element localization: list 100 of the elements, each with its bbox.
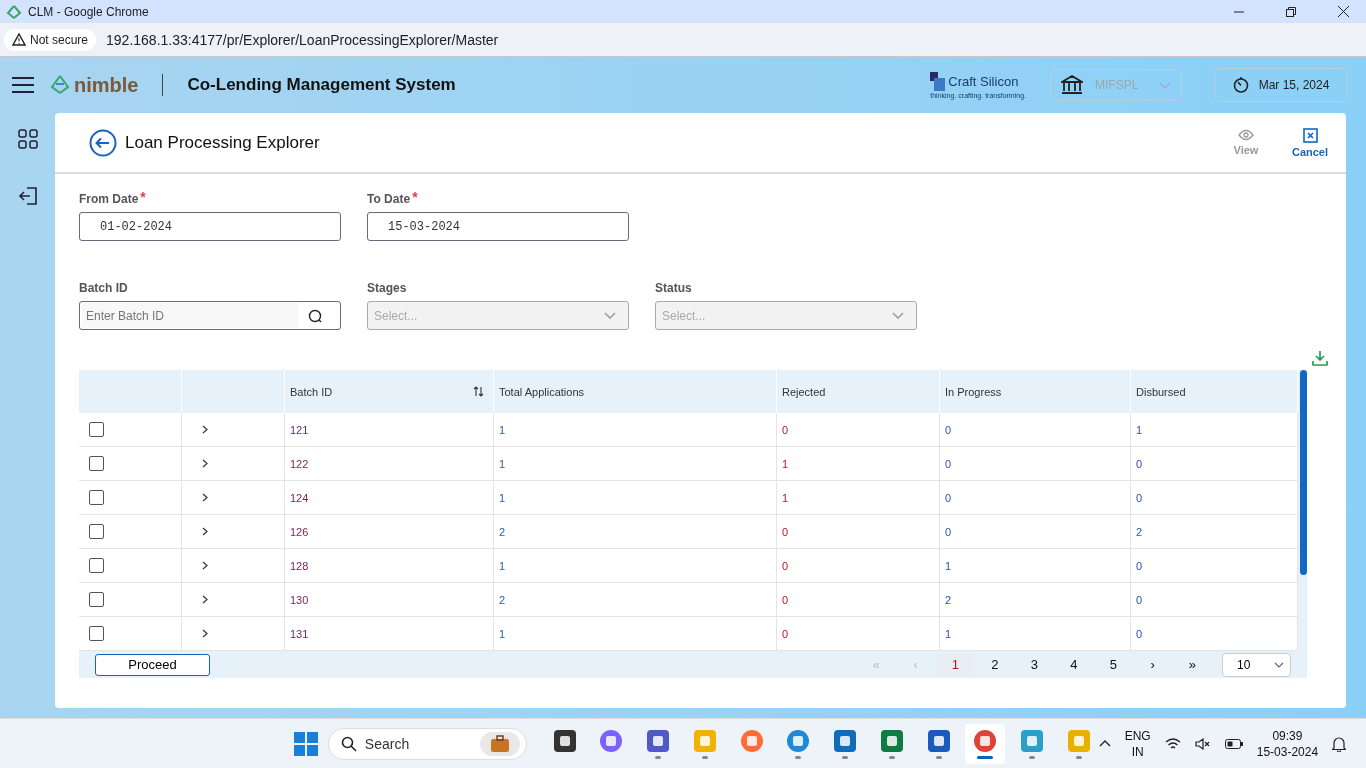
row-checkbox[interactable] bbox=[89, 490, 104, 505]
taskbar-app-button[interactable] bbox=[965, 723, 1006, 764]
search-field[interactable]: Enter Batch ID bbox=[79, 301, 341, 330]
table-cell: 0 bbox=[1136, 593, 1143, 606]
column-header[interactable]: Batch ID bbox=[290, 385, 333, 398]
date-display[interactable]: Mar 15, 2024 bbox=[1214, 68, 1348, 102]
chevron-down-icon bbox=[604, 312, 616, 319]
table-cell: 126 bbox=[290, 525, 309, 538]
column-header: Total Applications bbox=[499, 385, 584, 398]
app-icon bbox=[552, 728, 577, 753]
back-icon[interactable] bbox=[89, 128, 117, 157]
table-cell: 0 bbox=[782, 559, 789, 572]
close-icon[interactable] bbox=[1337, 6, 1349, 17]
scrollbar[interactable] bbox=[1300, 370, 1307, 575]
eye-icon bbox=[1238, 129, 1254, 141]
search-icon bbox=[308, 308, 322, 323]
logo-icon bbox=[50, 75, 72, 95]
field-label: Batch ID bbox=[79, 281, 128, 295]
pager-button[interactable]: » bbox=[1172, 653, 1212, 676]
clock[interactable]: 09:39 15-03-2024 bbox=[1256, 727, 1319, 760]
table-cell: 0 bbox=[1136, 559, 1143, 572]
table-cell: 124 bbox=[290, 491, 309, 504]
table-cell: 0 bbox=[945, 423, 952, 436]
page-button[interactable]: 2 bbox=[975, 653, 1015, 676]
chevron-down-icon bbox=[1159, 81, 1171, 89]
app-icon bbox=[833, 728, 858, 753]
cancel-button[interactable]: Cancel bbox=[1282, 127, 1338, 158]
battery-icon[interactable] bbox=[1224, 738, 1243, 749]
warning-icon bbox=[12, 33, 26, 46]
table-cell: 130 bbox=[290, 593, 309, 606]
table-cell: 128 bbox=[290, 559, 309, 572]
expand-icon[interactable] bbox=[202, 424, 208, 434]
chevron-down-icon bbox=[892, 312, 904, 319]
app-icon bbox=[739, 728, 764, 753]
page-button[interactable]: 3 bbox=[1014, 653, 1054, 676]
expand-icon[interactable] bbox=[202, 458, 208, 468]
table-cell: 1 bbox=[499, 457, 506, 470]
table-cell: 0 bbox=[782, 525, 789, 538]
table-cell: 2 bbox=[1136, 525, 1143, 538]
table-cell: 1 bbox=[499, 627, 506, 640]
app-icon bbox=[646, 728, 671, 753]
column-header: Rejected bbox=[782, 385, 826, 398]
speaker-muted-icon[interactable] bbox=[1194, 737, 1211, 750]
row-checkbox[interactable] bbox=[89, 626, 104, 641]
start-icon[interactable] bbox=[294, 731, 318, 756]
table-cell: 122 bbox=[290, 457, 309, 470]
row-checkbox[interactable] bbox=[89, 592, 104, 607]
field-label: From Date bbox=[79, 192, 139, 206]
field-label: Stages bbox=[367, 281, 407, 295]
app-icon bbox=[692, 728, 717, 753]
search-field[interactable]: Search bbox=[327, 727, 527, 760]
table-cell: 0 bbox=[1136, 627, 1143, 640]
page-button[interactable]: 4 bbox=[1054, 653, 1094, 676]
restore-icon[interactable] bbox=[1286, 6, 1296, 17]
date-field[interactable]: 01-02-2024 bbox=[79, 212, 341, 241]
table-cell: 0 bbox=[1136, 457, 1143, 470]
sort-icon[interactable] bbox=[473, 386, 484, 397]
close-box-icon bbox=[1302, 127, 1318, 143]
app-icon bbox=[1020, 728, 1045, 753]
table-cell: 2 bbox=[499, 593, 506, 606]
chevron-up-icon[interactable] bbox=[1098, 740, 1111, 747]
row-checkbox[interactable] bbox=[89, 422, 104, 437]
wifi-icon[interactable] bbox=[1164, 737, 1181, 750]
menu-icon[interactable] bbox=[12, 77, 34, 93]
table-cell: 1 bbox=[945, 559, 952, 572]
row-checkbox[interactable] bbox=[89, 524, 104, 539]
expand-icon[interactable] bbox=[202, 594, 208, 604]
row-checkbox[interactable] bbox=[89, 558, 104, 573]
company-name: Craft Silicon bbox=[948, 74, 1019, 89]
address-bar[interactable]: 192.168.1.33:4177/pr/Explorer/LoanProcessingExplorer/Master bbox=[106, 31, 499, 48]
briefcase-icon bbox=[479, 731, 520, 756]
column-header: Disbursed bbox=[1136, 385, 1186, 398]
page-size-select[interactable]: 10 bbox=[1222, 652, 1291, 677]
field-label: To Date bbox=[367, 192, 411, 206]
pager-button[interactable]: › bbox=[1133, 653, 1173, 676]
expand-icon[interactable] bbox=[202, 560, 208, 570]
language-indicator[interactable]: ENG IN bbox=[1124, 727, 1151, 760]
expand-icon[interactable] bbox=[202, 492, 208, 502]
table-cell: 1 bbox=[945, 627, 952, 640]
column-header: In Progress bbox=[945, 385, 1002, 398]
table-cell: 0 bbox=[1136, 491, 1143, 504]
app-icon bbox=[599, 728, 624, 753]
proceed-button[interactable]: Proceed bbox=[95, 653, 210, 676]
table-cell: 131 bbox=[290, 627, 309, 640]
table-cell: 1 bbox=[1136, 423, 1143, 436]
table-cell: 1 bbox=[499, 491, 506, 504]
expand-icon[interactable] bbox=[202, 526, 208, 536]
expand-icon[interactable] bbox=[202, 628, 208, 638]
bank-icon bbox=[1061, 75, 1083, 95]
page-button[interactable]: 1 bbox=[935, 653, 975, 676]
download-icon[interactable] bbox=[1312, 350, 1328, 366]
page-button[interactable]: 5 bbox=[1093, 653, 1133, 676]
page-title: Loan Processing Explorer bbox=[125, 132, 321, 153]
grid-icon[interactable] bbox=[17, 129, 38, 149]
required-mark: * bbox=[412, 192, 418, 206]
app-icon bbox=[879, 728, 904, 753]
logout-icon[interactable] bbox=[17, 187, 38, 205]
date-field[interactable]: 15-03-2024 bbox=[367, 212, 629, 241]
bell-icon[interactable] bbox=[1332, 735, 1347, 752]
row-checkbox[interactable] bbox=[89, 456, 104, 471]
